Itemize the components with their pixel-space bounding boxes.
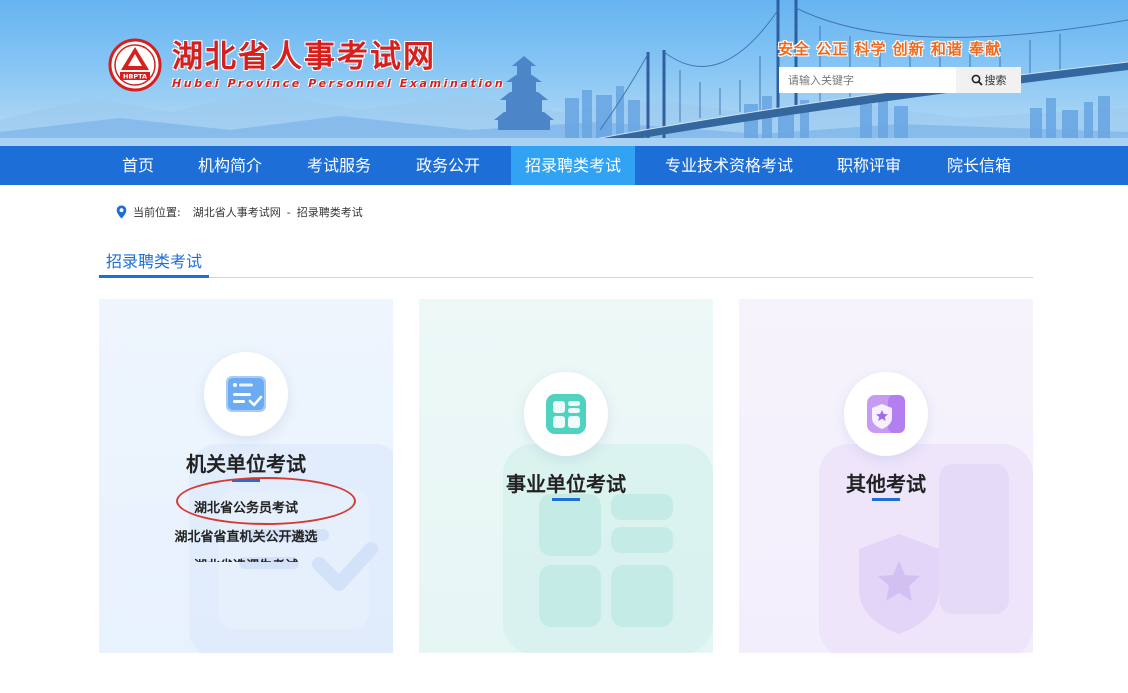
nav-item-professional-qualification[interactable]: 专业技术资格考试: [652, 146, 806, 185]
nav-item-about[interactable]: 机构简介: [184, 146, 276, 185]
emblem-logo-icon: HBPTA: [108, 38, 162, 92]
icon-circle: [524, 372, 608, 456]
search-input[interactable]: [779, 67, 956, 93]
breadcrumb-separator: -: [286, 205, 291, 219]
location-pin-icon: [116, 205, 127, 219]
nav-item-recruitment-exams[interactable]: 招录聘类考试: [511, 146, 635, 185]
highlight-annotation-oval: [176, 477, 356, 525]
search-bar: 搜索: [779, 67, 1021, 93]
search-icon: [971, 74, 983, 86]
card-title: 机关单位考试: [186, 452, 306, 476]
card-other-exams[interactable]: 其他考试: [739, 299, 1033, 653]
main-nav: 首页 机构简介 考试服务 政务公开 招录聘类考试 专业技术资格考试 职称评审 院…: [0, 146, 1128, 185]
nav-item-president-mailbox[interactable]: 院长信箱: [932, 146, 1026, 185]
slogan: 安全 公正 科学 创新 和谐 奉献: [778, 40, 1002, 58]
icon-circle: [204, 352, 288, 436]
breadcrumb-link-home[interactable]: 湖北省人事考试网: [193, 204, 281, 220]
section-title-underline: [99, 275, 209, 278]
site-logo[interactable]: HBPTA 湖北省人事考试网 Hubei Province Personnel …: [108, 38, 505, 92]
card-title: 事业单位考试: [506, 472, 626, 496]
exam-link-selected-graduates[interactable]: 湖北省选调生考试: [99, 552, 393, 562]
breadcrumb-prefix: 当前位置:: [133, 206, 181, 219]
card-title: 其他考试: [846, 472, 926, 496]
grid-apps-icon: [546, 394, 586, 434]
section-divider: [99, 277, 1033, 278]
card-public-institution-exams[interactable]: 事业单位考试: [419, 299, 713, 653]
site-name-cn: 湖北省人事考试网: [172, 39, 436, 75]
emblem-text: HBPTA: [123, 73, 147, 81]
search-button[interactable]: 搜索: [956, 67, 1021, 93]
section-title: 招录聘类考试: [106, 252, 203, 271]
nav-item-exam-service[interactable]: 考试服务: [292, 146, 386, 185]
header-banner: HBPTA 湖北省人事考试网 Hubei Province Personnel …: [0, 0, 1128, 146]
nav-item-title-review[interactable]: 职称评审: [823, 146, 915, 185]
document-check-icon: [226, 376, 266, 412]
card-title-underline: [872, 498, 900, 501]
icon-circle: [844, 372, 928, 456]
exam-link-provincial-selection[interactable]: 湖北省省直机关公开遴选: [99, 523, 393, 552]
shield-star-icon: [867, 395, 905, 433]
breadcrumb: 当前位置: 湖北省人事考试网 - 招录聘类考试: [116, 204, 363, 220]
search-button-label: 搜索: [984, 74, 1007, 87]
site-name-en: Hubei Province Personnel Examination: [172, 77, 506, 90]
nav-item-home[interactable]: 首页: [108, 146, 168, 185]
breadcrumb-current[interactable]: 招录聘类考试: [297, 204, 363, 220]
card-title-underline: [552, 498, 580, 501]
nav-item-gov-affairs[interactable]: 政务公开: [401, 146, 495, 185]
card-government-exams[interactable]: 机关单位考试 湖北省公务员考试 湖北省省直机关公开遴选 湖北省选调生考试: [99, 299, 393, 653]
